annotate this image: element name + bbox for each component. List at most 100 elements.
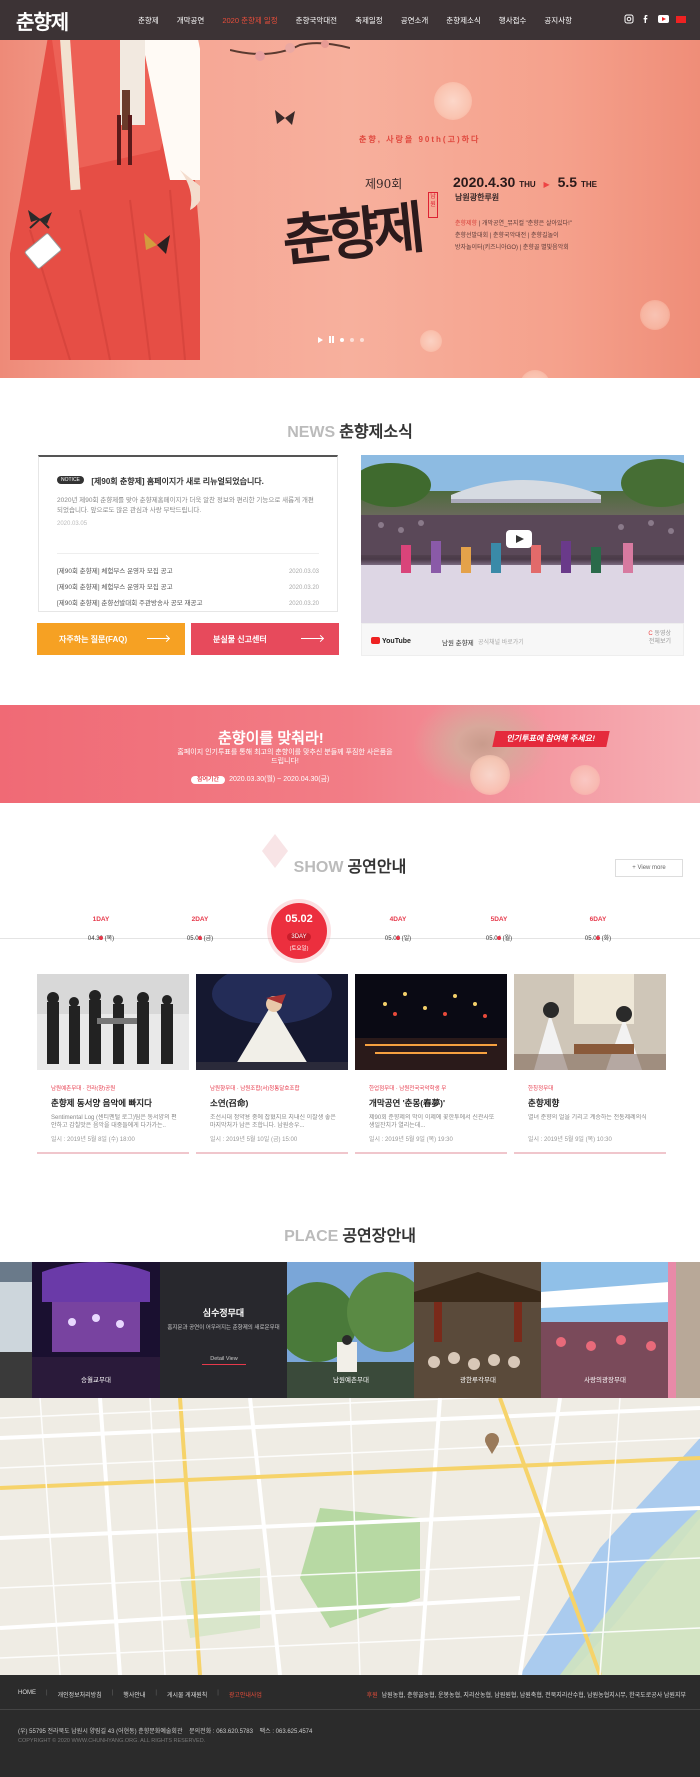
news-item-title[interactable]: [제90회 춘향제] 춘향선발대회 주관방송사 공모 재공고 — [57, 596, 202, 612]
show-card[interactable]: 남원향무대 · 남원조합(서)청통달호조합 소연(召命) 조선시대 정약용 중에… — [196, 974, 348, 1154]
youtube-channel[interactable]: 남원 춘향제 — [442, 637, 474, 647]
flower-decoration — [570, 765, 600, 795]
show-card[interactable]: 한칭정무대 춘향제향 열녀 춘향의 얼을 기리고 계승하는 전통제례의식 일시 … — [514, 974, 666, 1154]
nav-item-registration[interactable]: 행사접수 — [499, 15, 527, 26]
day-tab[interactable]: 5DAY 05.04 (월) — [469, 916, 529, 942]
play-icon[interactable] — [318, 336, 323, 343]
video-more-line1: 동영상 — [654, 631, 671, 637]
divider: | — [217, 1690, 219, 1696]
footer-link-events[interactable]: 행사안내 — [123, 1690, 145, 1699]
day-label: 1DAY — [92, 916, 110, 923]
flower-decoration — [420, 330, 442, 352]
banner-period-label: 참여기간 — [191, 776, 226, 784]
pause-icon[interactable] — [329, 336, 334, 343]
hero-event-highlight: 춘향제향 — [455, 221, 478, 227]
language-icon[interactable] — [676, 15, 686, 23]
faq-button[interactable]: 자주하는 질문(FAQ) — [37, 623, 185, 655]
venue-active-title: 심수정무대 — [202, 1308, 245, 1318]
butterfly-icon — [275, 110, 295, 125]
venue-item[interactable] — [0, 1262, 32, 1398]
footer-address-block: (우) 55795 전라북도 남원시 양림길 43 (어현동) 춘향문화예술회관… — [18, 1726, 312, 1735]
youtube-icon[interactable] — [658, 15, 669, 23]
flower-decoration — [434, 82, 472, 120]
site-logo[interactable]: 춘향제 — [16, 6, 69, 35]
sponsor-label: 후원 — [366, 1693, 378, 1699]
venue-item[interactable]: 남원예촌무대 — [287, 1262, 415, 1398]
video-more-link[interactable]: C 동영상 전체보기 — [648, 630, 671, 646]
nav-item-opening[interactable]: 개막공연 — [177, 15, 205, 26]
news-item-date: 2020.03.03 — [288, 569, 319, 575]
hero-event-line: 춘향제향 | 개막공연_뮤지컬 "춘향은 살아있다!" — [455, 218, 572, 230]
footer-tel: 문의전화 : 063.620.5783 — [189, 1729, 253, 1735]
hero-events: 춘향제향 | 개막공연_뮤지컬 "춘향은 살아있다!" 춘향선발대회 | 춘향국… — [455, 218, 572, 254]
footer-link-ads[interactable]: 광고안내사업 — [229, 1690, 262, 1699]
nav-item-festival-schedule[interactable]: 축제일정 — [355, 15, 383, 26]
youtube-subscribe-link[interactable]: 공식채널 바로가기 — [478, 637, 524, 646]
venue-item[interactable]: 광한루각무대 — [414, 1262, 542, 1398]
show-card-category: 한업점무대 · 남원전국국악학생 무 — [369, 1086, 447, 1092]
slide-dot[interactable] — [340, 337, 344, 342]
slide-dot[interactable] — [350, 337, 354, 342]
day-label: 4DAY — [389, 916, 407, 923]
nav-item-chunhyangje[interactable]: 춘향제 — [138, 15, 159, 26]
news-list-item[interactable]: [제90회 춘향제] 춘향선발대회 주관방송사 공모 재공고 2020.03.20 — [57, 596, 319, 612]
vote-banner[interactable]: 춘향이를 맞춰라! 홈페이지 인기투표를 통해 최고의 춘향이를 맞추신 분들께… — [0, 705, 700, 803]
youtube-logo[interactable]: YouTube — [371, 637, 411, 645]
venue-map[interactable] — [0, 1398, 700, 1675]
show-card[interactable]: 남원예촌무대 · 전라(향)공원 춘향제 동서양 음악에 빠지다 Sentime… — [37, 974, 189, 1154]
show-card-title[interactable]: 개막공연 '춘몽(春夢)' — [355, 1097, 507, 1109]
venue-item[interactable]: 사랑의광장무대 — [541, 1262, 669, 1398]
show-card[interactable]: 한업점무대 · 남원전국국악학생 무 개막공연 '춘몽(春夢)' 제90회 춘향… — [355, 974, 507, 1154]
show-card-photo — [355, 974, 507, 1070]
news-item-title[interactable]: [제90회 춘향제] 체험부스 운영자 모집 공고 — [57, 564, 173, 580]
instagram-icon[interactable] — [624, 14, 634, 24]
nav-item-schedule-2020[interactable]: 2020 춘향제 일정 — [222, 15, 277, 26]
view-more-button[interactable]: + View more — [615, 859, 683, 877]
day-dot — [198, 936, 202, 940]
show-card-title[interactable]: 소연(召命) — [196, 1097, 348, 1109]
footer-link-home[interactable]: HOME — [18, 1690, 36, 1699]
page: { "header": { "logo_text": "춘향제", "nav":… — [0, 0, 700, 1777]
venue-item[interactable]: 승월교무대 — [32, 1262, 160, 1398]
footer-link-privacy[interactable]: 개인정보처리방침 — [58, 1690, 102, 1699]
hero-seal: 남원 — [428, 192, 438, 218]
news-item-title[interactable]: [제90회 춘향제] 체험부스 운영자 모집 공고 — [57, 580, 173, 596]
day-dot — [596, 936, 600, 940]
vote-button[interactable]: 인기투표에 참여해 주세요! — [492, 731, 610, 747]
notice-title[interactable]: [제90회 춘향제] 홈페이지가 새로 리뉴얼되었습니다. — [91, 477, 264, 486]
logo-text[interactable]: 춘향제 — [16, 10, 69, 34]
day-tab[interactable]: 4DAY 05.03 (일) — [368, 916, 428, 942]
footer-divider — [0, 1709, 700, 1710]
map-graphic — [0, 1398, 700, 1675]
day-tab[interactable]: 1DAY 04.30 (목) — [71, 916, 131, 942]
news-list-item[interactable]: [제90회 춘향제] 체험부스 운영자 모집 공고 2020.03.03 — [57, 564, 319, 580]
arrow-right-icon: ▶ — [543, 180, 550, 189]
venue-item-active[interactable]: 심수정무대 홈지문과 공연이 어우러지는 춘향제의 새로운무대 Detail V… — [160, 1262, 287, 1398]
nav-item-notice[interactable]: 공지사항 — [544, 15, 572, 26]
day-tab[interactable]: 6DAY 05.05 (화) — [568, 916, 628, 942]
slide-dot[interactable] — [360, 337, 364, 342]
date-end: 5.5 — [557, 174, 578, 190]
butterfly-icon — [28, 210, 52, 229]
day-tab[interactable]: 2DAY 05.01 (금) — [170, 916, 230, 942]
nav-item-performance[interactable]: 공연소개 — [401, 15, 429, 26]
hero-event-text: 춘향선발대회 | 춘향국악대전 | 춘향길놀이 — [455, 233, 559, 239]
venue-item[interactable] — [668, 1262, 700, 1398]
news-list-item[interactable]: [제90회 춘향제] 체험부스 운영자 모집 공고 2020.03.20 — [57, 580, 319, 596]
date-end-day: THE — [580, 180, 597, 189]
show-card-title[interactable]: 춘향제 동서양 음악에 빠지다 — [37, 1097, 189, 1109]
show-card-title[interactable]: 춘향제향 — [514, 1097, 666, 1109]
footer-link-policy[interactable]: 게시물 게재원칙 — [167, 1690, 207, 1699]
lost-found-button[interactable]: 분실물 신고센터 — [191, 623, 339, 655]
notice-headline[interactable]: NOTICE [제90회 춘향제] 홈페이지가 새로 리뉴얼되었습니다. — [57, 471, 319, 489]
day-label: 5DAY — [490, 916, 508, 923]
day-tab-active[interactable]: 05.02 3DAY (토요일) — [271, 903, 327, 959]
facebook-icon[interactable] — [641, 14, 651, 24]
nav-item-gugak[interactable]: 춘향국악대전 — [296, 15, 337, 26]
nav-item-news[interactable]: 춘향제소식 — [446, 15, 481, 26]
video-play-icon[interactable] — [506, 530, 532, 548]
active-day-date: 05.02 — [285, 913, 313, 925]
active-day-weekday: (토요일) — [289, 946, 309, 952]
youtube-bar: YouTube 남원 춘향제 공식채널 바로가기 C 동영상 전체보기 — [361, 623, 684, 656]
detail-view-button[interactable]: Detail View — [202, 1356, 246, 1365]
